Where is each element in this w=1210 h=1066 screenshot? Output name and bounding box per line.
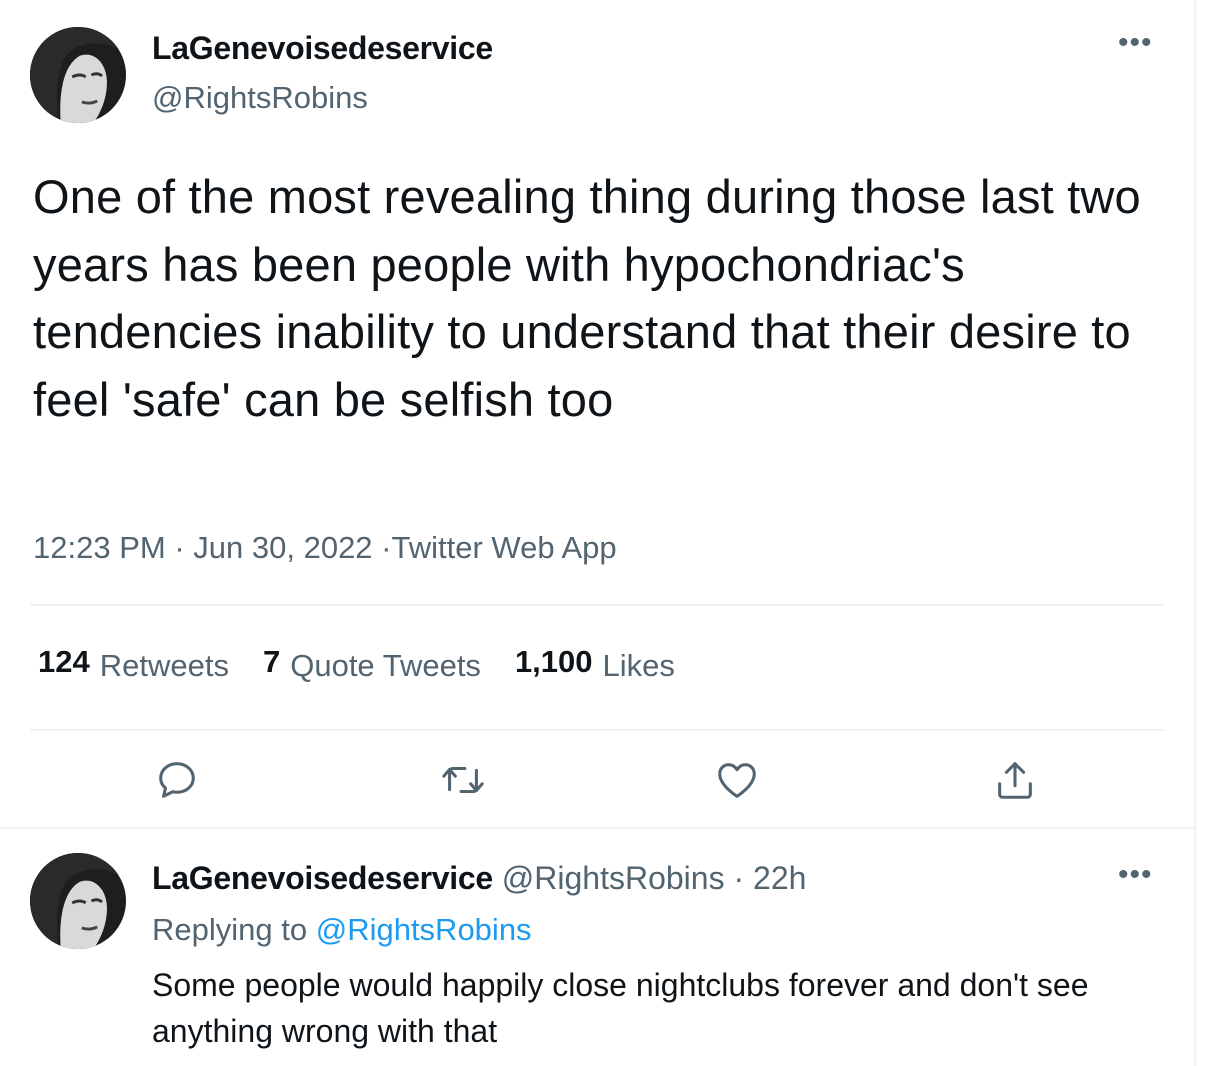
likes-stat[interactable]: 1,100 Likes [515,644,675,684]
divider [30,604,1164,606]
reply-text: Some people would happily close nightclu… [152,967,1089,1049]
retweets-stat[interactable]: 124 Retweets [38,644,229,684]
tweet-date[interactable]: Jun 30, 2022 [193,530,372,565]
reply-author-avatar-image [30,853,126,949]
like-icon [718,763,756,798]
meta-separator: · [174,530,185,565]
reply-author-avatar[interactable] [30,853,126,949]
likes-count: 1,100 [514,644,593,679]
reply-age[interactable]: 22h [753,860,806,896]
divider [30,729,1164,731]
replying-to: Replying to @RightsRobins [152,912,532,948]
tweet-text: One of the most revealing thing during t… [33,170,1141,426]
reply-author-name[interactable]: LaGenevoisedeservice [152,860,493,896]
author-handle[interactable]: @RightsRobins [152,80,368,116]
replying-to-link[interactable]: @RightsRobins [316,912,532,947]
tweet-meta: 12:23 PM · Jun 30, 2022 ·Twitter Web App [33,530,617,566]
reply-icon [159,762,195,798]
retweets-label: Retweets [99,648,229,683]
tweet-time[interactable]: 12:23 PM [33,530,166,565]
share-icon [998,762,1032,799]
author-avatar-image [30,27,126,123]
share-button[interactable] [992,757,1038,803]
quote-tweets-count: 7 [262,644,281,679]
reply-author-handle[interactable]: @RightsRobins [502,860,725,896]
author-display-name[interactable]: LaGenevoisedeservice [152,30,493,67]
meta-separator: · [381,530,392,565]
author-avatar[interactable] [30,27,126,123]
retweets-count: 124 [38,644,90,679]
tweet-source[interactable]: Twitter Web App [392,530,617,565]
tweet-stats: 124 Retweets 7 Quote Tweets 1,100 Likes [38,644,709,684]
likes-label: Likes [602,648,675,683]
reply-header: LaGenevoisedeservice @RightsRobins · 22h [152,860,806,897]
reply-more-options-icon[interactable]: ••• [1118,860,1153,890]
divider [0,827,1194,829]
reply-button[interactable] [154,757,200,803]
timeline-border [1194,0,1196,1066]
replying-to-label: Replying to [152,912,308,947]
more-options-icon[interactable]: ••• [1118,28,1153,58]
quote-tweets-stat[interactable]: 7 Quote Tweets [263,644,481,684]
reply-separator: · [733,860,745,896]
retweet-icon [442,766,484,794]
like-button[interactable] [714,757,760,803]
retweet-button[interactable] [440,757,486,803]
quote-tweets-label: Quote Tweets [290,648,481,683]
